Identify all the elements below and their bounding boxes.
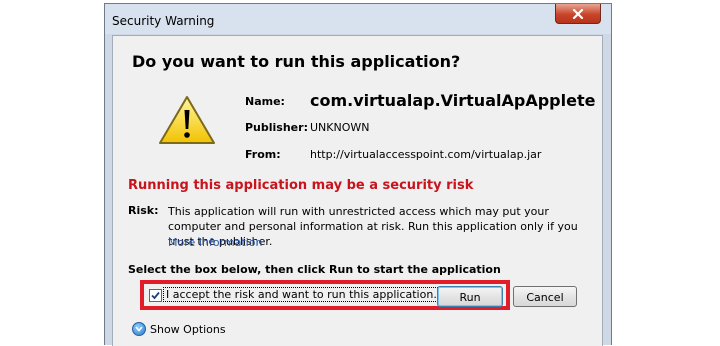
checkmark-icon xyxy=(151,291,160,300)
accept-risk-checkbox[interactable] xyxy=(149,289,162,302)
run-button[interactable]: Run xyxy=(437,286,503,307)
window-title: Security Warning xyxy=(112,14,215,28)
instruction-text: Select the box below, then click Run to … xyxy=(128,263,501,276)
risk-label: Risk: xyxy=(128,204,159,217)
publisher-label: Publisher: xyxy=(245,121,308,134)
close-icon xyxy=(572,8,584,19)
chevron-down-circle-icon xyxy=(132,322,146,336)
title-bar[interactable]: Security Warning xyxy=(105,4,611,34)
from-value: http://virtualaccesspoint.com/virtualap.… xyxy=(310,148,542,161)
show-options-toggle[interactable]: Show Options xyxy=(132,321,226,337)
name-value: com.virtualap.VirtualApApplete xyxy=(310,91,596,110)
more-information-link[interactable]: More Information xyxy=(168,236,262,249)
security-warning-window: Security Warning Do you want to run this… xyxy=(104,3,612,346)
close-button[interactable] xyxy=(555,4,601,24)
accept-risk-label[interactable]: I accept the risk and want to run this a… xyxy=(163,287,440,302)
dialog-body: Do you want to run this application? Nam… xyxy=(112,35,603,346)
risk-heading: Running this application may be a securi… xyxy=(128,178,474,193)
warning-icon xyxy=(159,96,215,144)
show-options-label: Show Options xyxy=(150,322,226,336)
from-label: From: xyxy=(245,148,281,161)
name-label: Name: xyxy=(245,95,285,108)
publisher-value: UNKNOWN xyxy=(310,121,370,134)
cancel-button[interactable]: Cancel xyxy=(513,286,577,307)
dialog-heading: Do you want to run this application? xyxy=(132,52,461,71)
